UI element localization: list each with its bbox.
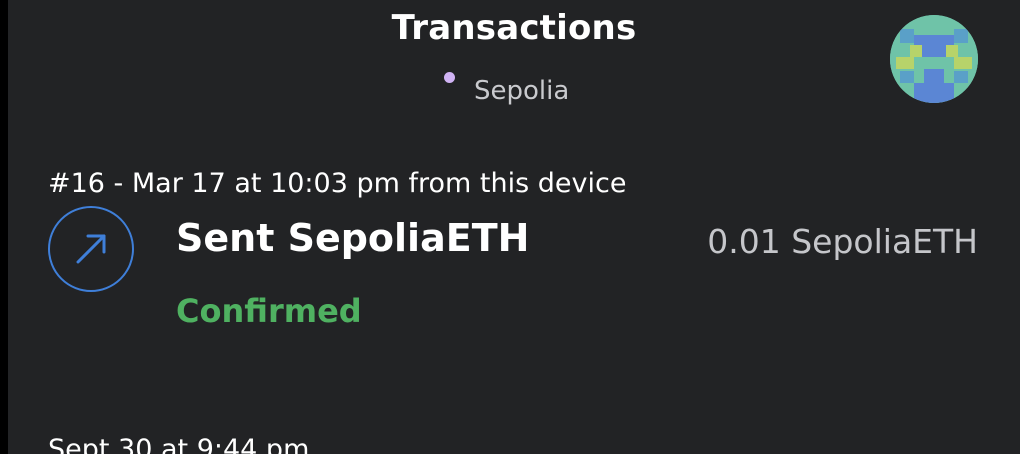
account-avatar[interactable] [890,15,978,103]
network-name: Sepolia [474,76,570,106]
network-indicator[interactable]: Sepolia [444,70,569,110]
transaction-title: Sent SepoliaETH [176,216,530,260]
network-status-dot [444,72,455,83]
transaction-header: #16 - Mar 17 at 10:03 pm from this devic… [48,168,627,199]
transactions-screen: Transactions Sepolia #16 - Mar 17 at 10:… [8,0,1020,454]
transaction-status: Confirmed [176,292,362,330]
transaction-amount: 0.01 SepoliaETH [707,222,978,261]
page-title: Transactions [391,8,637,48]
transaction-item[interactable] [48,206,134,292]
sent-arrow-icon [76,234,106,264]
account-identicon-icon [890,15,978,103]
next-transaction-date: Sept 30 at 9:44 pm [48,434,310,454]
